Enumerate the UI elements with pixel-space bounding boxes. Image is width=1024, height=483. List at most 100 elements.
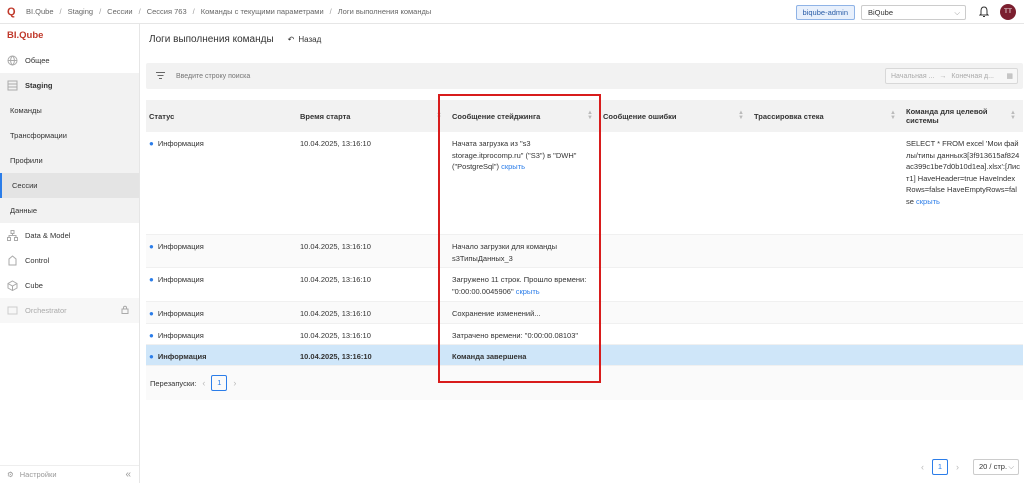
filter-icon[interactable] bbox=[156, 71, 166, 81]
column-header-start-time[interactable]: Время старта ▲ ▼ bbox=[297, 100, 449, 132]
search-input[interactable] bbox=[176, 72, 476, 80]
error-message-cell bbox=[600, 235, 751, 267]
sidebar-item-label: Cube bbox=[25, 281, 43, 290]
table-row[interactable]: ● Информация 10.04.2025, 13:16:10 Затраче… bbox=[146, 324, 1023, 345]
start-time-cell: 10.04.2025, 13:16:10 bbox=[300, 242, 371, 251]
workspace-select-value: BiQube bbox=[868, 7, 894, 17]
sort-icon[interactable]: ▲ ▼ bbox=[1010, 110, 1016, 121]
chevron-left-icon[interactable]: ‹ bbox=[202, 378, 205, 388]
breadcrumb-item[interactable]: Staging bbox=[68, 7, 93, 16]
column-header-target-command[interactable]: Команда для целевой системы ▲ ▼ bbox=[903, 100, 1023, 132]
column-header-label: Сообщение стейджинга bbox=[452, 111, 541, 121]
breadcrumb-item[interactable]: Команды с текущими параметрами bbox=[201, 7, 324, 16]
breadcrumb-separator: / bbox=[138, 7, 141, 16]
table-row[interactable]: ● Информация 10.04.2025, 13:16:10 Загруже… bbox=[146, 268, 1023, 302]
app-logo[interactable]: Q bbox=[7, 6, 19, 18]
breadcrumb-separator: / bbox=[59, 7, 62, 16]
sidebar-item-cube[interactable]: Cube bbox=[0, 273, 139, 298]
avatar[interactable]: TT bbox=[1000, 4, 1016, 20]
status-text: Информация bbox=[157, 242, 204, 251]
staging-message-cell: Начало загрузки для команды s3ТипыДанных… bbox=[452, 242, 558, 263]
column-header-label: Трассировка стека bbox=[754, 111, 824, 121]
sidebar-item-label: Orchestrator bbox=[25, 306, 67, 315]
chevron-left-icon[interactable]: ‹ bbox=[921, 462, 924, 472]
column-header-error-message[interactable]: Сообщение ошибки ▲ ▼ bbox=[600, 100, 751, 132]
breadcrumb-item[interactable]: Сессия 763 bbox=[147, 7, 187, 16]
sidebar-item-label: Трансформации bbox=[10, 131, 67, 140]
globe-icon bbox=[6, 55, 18, 67]
breadcrumb-separator: / bbox=[99, 7, 102, 16]
sidebar-item-label: Команды bbox=[10, 106, 42, 115]
staging-icon bbox=[6, 80, 18, 92]
target-command-cell bbox=[903, 345, 1023, 365]
workspace-select[interactable]: BiQube ⌵ bbox=[861, 4, 966, 20]
page-size-select[interactable]: 20 / стр. ⌵ bbox=[973, 459, 1019, 475]
breadcrumb-item[interactable]: Сессии bbox=[107, 7, 132, 16]
column-header-label: Время старта bbox=[300, 111, 351, 121]
column-header-stack-trace[interactable]: Трассировка стека ▲ ▼ bbox=[751, 100, 903, 132]
date-start-field[interactable]: Начальная ... bbox=[891, 73, 934, 80]
sidebar: BI.Qube Общее Staging Команды Трансформа… bbox=[0, 24, 140, 483]
status-dot-icon: ● bbox=[149, 331, 154, 340]
column-header-staging-message[interactable]: Сообщение стейджинга ▲ ▼ bbox=[449, 100, 600, 132]
table-row-selected[interactable]: ● Информация 10.04.2025, 13:16:10 Команда… bbox=[146, 345, 1023, 366]
breadcrumb-item-current: Логи выполнения команды bbox=[337, 7, 432, 16]
sidebar-item-commands[interactable]: Команды bbox=[0, 98, 139, 123]
user-badge[interactable]: biqube-admin bbox=[795, 4, 855, 20]
target-command-cell bbox=[903, 324, 1023, 344]
table-row[interactable]: ● Информация 10.04.2025, 13:16:10 Сохране… bbox=[146, 302, 1023, 324]
logs-table: Статус Время старта ▲ ▼ Сообщение стейджин… bbox=[146, 100, 1023, 400]
sidebar-item-data-model[interactable]: Data & Model bbox=[0, 223, 139, 248]
status-cell: ● Информация bbox=[146, 324, 297, 344]
settings-link[interactable]: Настройки bbox=[20, 470, 57, 479]
brand-logo[interactable]: BI.Qube bbox=[0, 24, 139, 48]
top-bar: Q BI.Qube / Staging / Сессии / Сессия 76… bbox=[0, 0, 1024, 24]
sort-icon[interactable]: ▲ ▼ bbox=[738, 110, 744, 121]
table-row[interactable]: ● Информация 10.04.2025, 13:16:10 Начата … bbox=[146, 132, 1023, 235]
bell-icon[interactable] bbox=[978, 5, 990, 19]
page-title: Логи выполнения команды bbox=[149, 33, 274, 45]
date-range-picker[interactable]: Начальная ... → Конечная д... ▦ bbox=[885, 68, 1018, 84]
breadcrumb-item[interactable]: BI.Qube bbox=[26, 7, 54, 16]
sort-icon[interactable]: ▲ ▼ bbox=[436, 110, 442, 121]
hide-link[interactable]: скрыть bbox=[501, 162, 525, 171]
restarts-page-number[interactable]: 1 bbox=[211, 375, 228, 391]
stack-trace-cell bbox=[751, 132, 903, 234]
main-content: Логи выполнения команды ↶ Назад Начальна… bbox=[141, 24, 1024, 483]
sidebar-item-transformations[interactable]: Трансформации bbox=[0, 123, 139, 148]
back-button-label: Назад bbox=[298, 34, 322, 44]
sidebar-item-staging[interactable]: Staging bbox=[0, 73, 139, 98]
hide-link[interactable]: скрыть bbox=[516, 287, 540, 296]
status-dot-icon: ● bbox=[149, 139, 154, 148]
sidebar-item-profiles[interactable]: Профили bbox=[0, 148, 139, 173]
chevron-right-icon[interactable]: › bbox=[233, 378, 236, 388]
status-cell: ● Информация bbox=[146, 132, 297, 234]
cube-icon bbox=[6, 280, 18, 292]
restarts-pager: Перезапуски: ‹ 1 › bbox=[146, 366, 1023, 400]
sidebar-item-general[interactable]: Общее bbox=[0, 48, 139, 73]
stack-trace-cell bbox=[751, 268, 903, 301]
staging-message-cell: Затрачено времени: "0:00:00.08103" bbox=[452, 331, 579, 340]
settings-icon[interactable]: ⚙ bbox=[7, 470, 14, 479]
page-header: Логи выполнения команды ↶ Назад bbox=[141, 24, 1024, 54]
sidebar-item-control[interactable]: Control bbox=[0, 248, 139, 273]
table-row[interactable]: ● Информация 10.04.2025, 13:16:10 Начало … bbox=[146, 235, 1023, 268]
sidebar-item-label: Общее bbox=[25, 56, 50, 65]
date-end-field[interactable]: Конечная д... bbox=[951, 73, 994, 80]
back-arrow-icon: ↶ bbox=[287, 34, 295, 44]
filter-bar: Начальная ... → Конечная д... ▦ bbox=[146, 63, 1023, 89]
chevron-right-icon[interactable]: › bbox=[956, 462, 959, 472]
column-header-status[interactable]: Статус bbox=[146, 100, 297, 132]
sort-icon[interactable]: ▲ ▼ bbox=[587, 110, 593, 121]
page-number[interactable]: 1 bbox=[932, 459, 948, 475]
collapse-sidebar-icon[interactable]: « bbox=[125, 469, 131, 480]
stack-trace-cell bbox=[751, 302, 903, 323]
top-right-controls: biqube-admin BiQube ⌵ TT bbox=[795, 3, 1016, 21]
back-button[interactable]: ↶ Назад bbox=[288, 35, 322, 44]
lock-icon bbox=[121, 305, 129, 316]
hide-link[interactable]: скрыть bbox=[916, 197, 940, 206]
arrow-right-icon: → bbox=[939, 72, 947, 80]
sidebar-item-data[interactable]: Данные bbox=[0, 198, 139, 223]
sort-icon[interactable]: ▲ ▼ bbox=[890, 110, 896, 121]
sidebar-item-sessions[interactable]: Сессии bbox=[0, 173, 139, 198]
